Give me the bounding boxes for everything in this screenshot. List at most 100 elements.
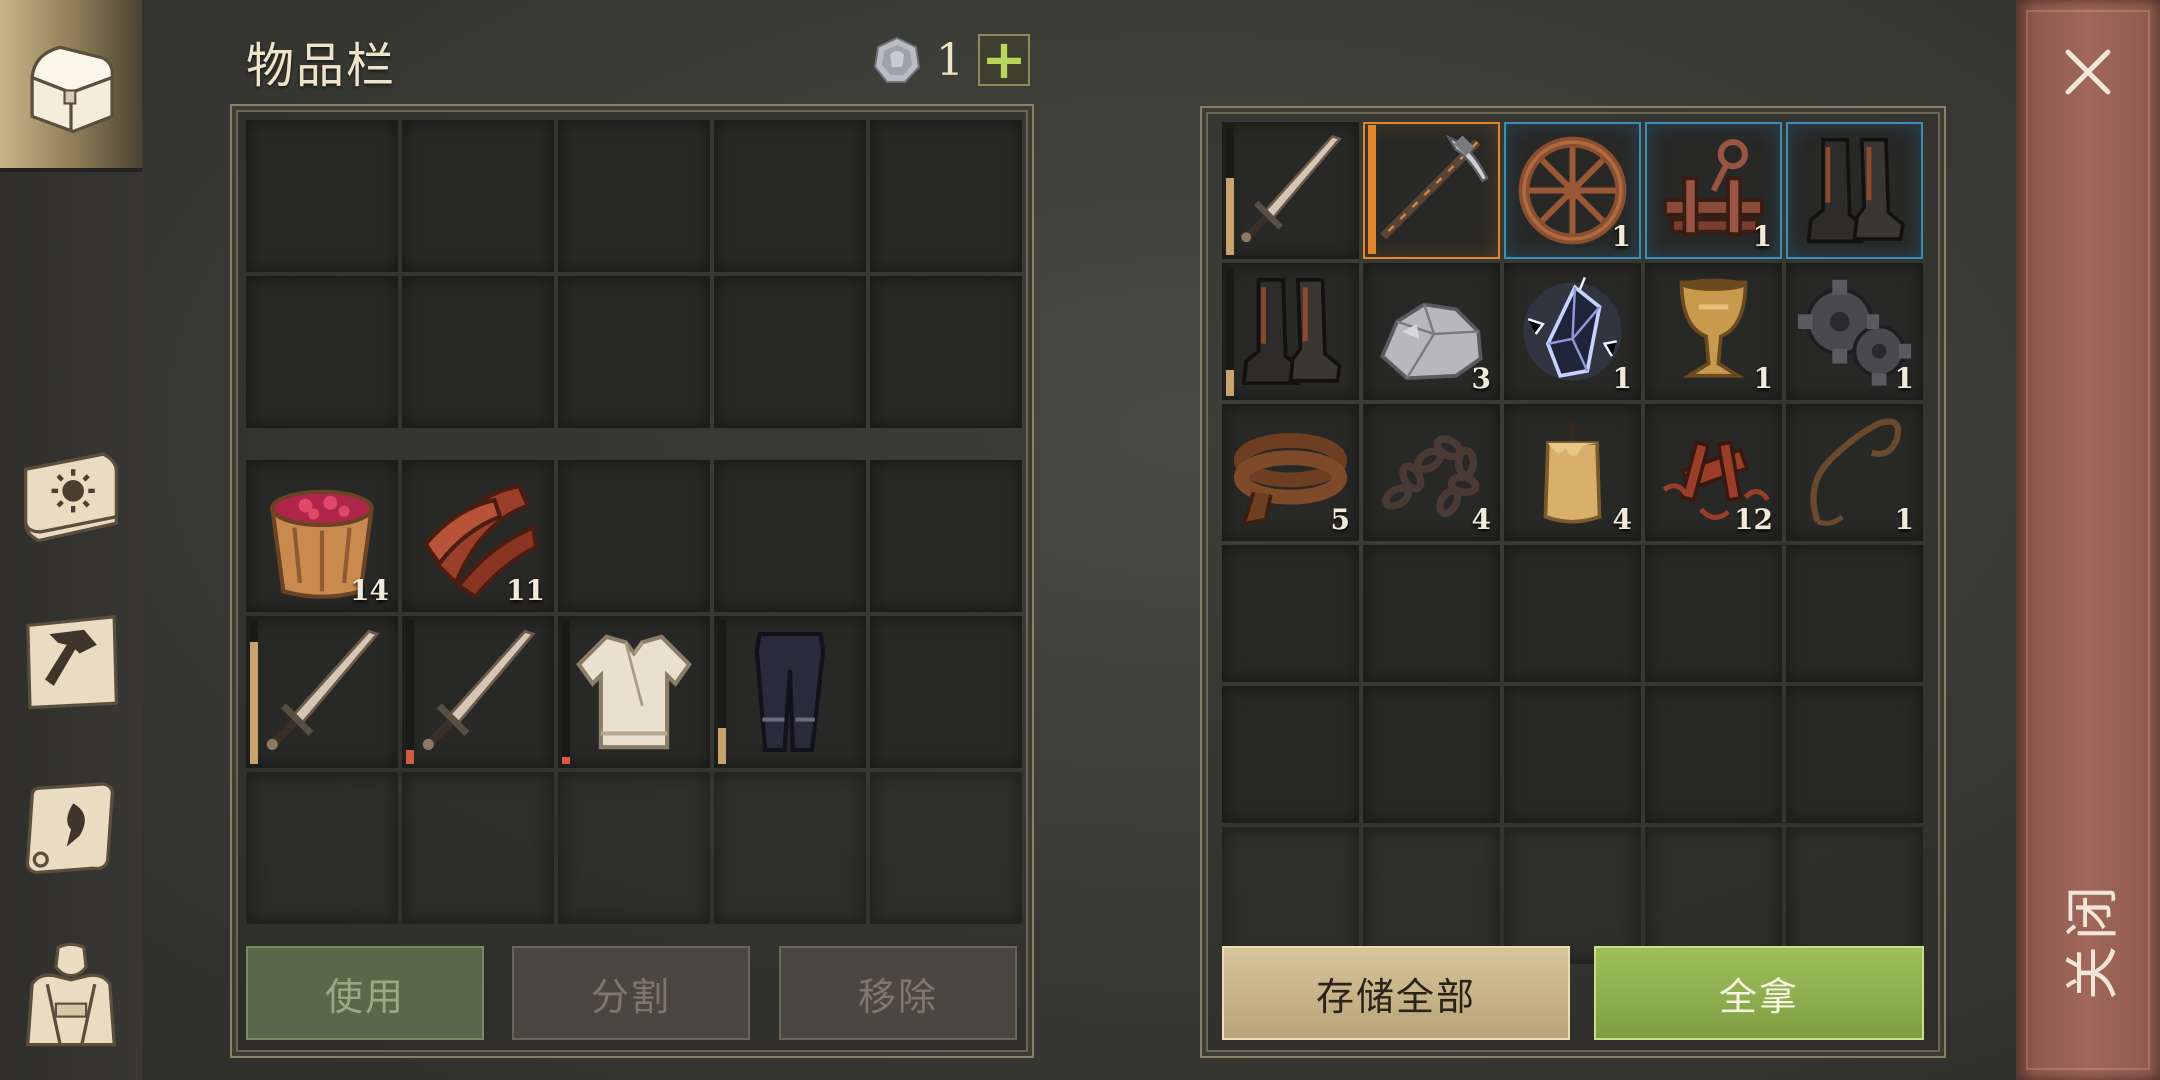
split-button[interactable]: 分割: [512, 946, 750, 1040]
inventory-empty-slot[interactable]: [870, 772, 1022, 924]
item-count: 5: [1330, 503, 1350, 536]
boots-icon: [1229, 270, 1352, 393]
storage-slot-copper-scrap[interactable]: 12: [1645, 404, 1782, 541]
storage-empty-slot[interactable]: [1645, 686, 1782, 823]
storage-slot-rope[interactable]: 1: [1786, 404, 1923, 541]
item-count: 1: [1752, 220, 1772, 253]
hammer-map-icon: [26, 615, 119, 710]
inventory-empty-slot[interactable]: [870, 120, 1022, 272]
durability-bar: [1226, 126, 1234, 255]
inventory-slot-copper-sword[interactable]: [402, 616, 554, 768]
inventory-slot-linen-shirt[interactable]: [558, 616, 710, 768]
sword-icon: [409, 623, 547, 761]
storage-empty-slot[interactable]: [1222, 545, 1359, 682]
inventory-empty-slot[interactable]: [558, 772, 710, 924]
inventory-slot-bronze-sword[interactable]: [246, 616, 398, 768]
store-all-button[interactable]: 存储全部: [1222, 946, 1570, 1040]
item-count: 1: [1894, 503, 1914, 536]
item-count: 12: [1734, 503, 1773, 536]
inventory-empty-slot[interactable]: [246, 276, 398, 428]
storage-empty-slot[interactable]: [1504, 545, 1641, 682]
chest-icon: [30, 45, 114, 134]
storage-slot-leather-boots[interactable]: [1786, 122, 1923, 259]
inventory-empty-slot[interactable]: [558, 276, 710, 428]
durability-bar: [1226, 267, 1234, 396]
storage-empty-slot[interactable]: [1504, 827, 1641, 964]
inventory-empty-slot[interactable]: [870, 276, 1022, 428]
inventory-empty-slot[interactable]: [402, 276, 554, 428]
storage-empty-slot[interactable]: [1363, 545, 1500, 682]
inventory-slot-leather-strips[interactable]: 11: [402, 460, 554, 612]
storage-slot-black-boots[interactable]: [1222, 263, 1359, 400]
storage-slot-mechanism-part[interactable]: 1: [1645, 122, 1782, 259]
storage-empty-slot[interactable]: [1786, 686, 1923, 823]
tab-journal[interactable]: [0, 418, 142, 568]
storage-slot-steel-sword[interactable]: [1222, 122, 1359, 259]
durability-bar: [250, 620, 258, 764]
storage-slot-iron-gear[interactable]: 1: [1786, 263, 1923, 400]
storage-empty-slot[interactable]: [1363, 827, 1500, 964]
durability-bar: [406, 620, 414, 764]
character-icon: [26, 942, 116, 1047]
close-label[interactable]: 关闭: [2048, 880, 2127, 1000]
storage-slot-wooden-wheel[interactable]: 1: [1504, 122, 1641, 259]
inventory-empty-slot[interactable]: [246, 120, 398, 272]
item-count: 4: [1471, 503, 1491, 536]
remove-button[interactable]: 移除: [779, 946, 1017, 1040]
storage-slot-golden-goblet[interactable]: 1: [1645, 263, 1782, 400]
tab-divider: [0, 168, 142, 172]
item-count: 1: [1753, 362, 1773, 395]
inventory-empty-slot[interactable]: [714, 772, 866, 924]
use-button[interactable]: 使用: [246, 946, 484, 1040]
storage-empty-slot[interactable]: [1786, 545, 1923, 682]
tab-quests[interactable]: [0, 750, 142, 900]
inventory-slot-dark-pants[interactable]: [714, 616, 866, 768]
item-count: 1: [1611, 220, 1631, 253]
inventory-empty-slot[interactable]: [246, 772, 398, 924]
inventory-empty-slot[interactable]: [714, 276, 866, 428]
storage-slot-iron-chain[interactable]: 4: [1363, 404, 1500, 541]
tab-character[interactable]: [0, 920, 142, 1070]
storage-slot-wax-candle[interactable]: 4: [1504, 404, 1641, 541]
take-all-button[interactable]: 全拿: [1594, 946, 1924, 1040]
inventory-empty-slot[interactable]: [402, 120, 554, 272]
storage-empty-slot[interactable]: [1786, 827, 1923, 964]
item-count: 1: [1612, 362, 1632, 395]
storage-empty-slot[interactable]: [1363, 686, 1500, 823]
sword-icon: [1229, 129, 1352, 252]
inventory-empty-slot[interactable]: [402, 772, 554, 924]
storage-slot-leather-belt[interactable]: 5: [1222, 404, 1359, 541]
pants-icon: [721, 623, 859, 761]
storage-slot-energy-crystal[interactable]: 1: [1504, 263, 1641, 400]
inventory-grid: 14 11: [246, 120, 1022, 924]
storage-grid: 1 1 3 1 1 1 5 4 4 12 1: [1222, 122, 1923, 964]
add-currency-button[interactable]: +: [978, 33, 1030, 87]
item-count: 1: [1894, 362, 1914, 395]
storage-empty-slot[interactable]: [1222, 686, 1359, 823]
inventory-title: 物品栏: [246, 38, 397, 94]
sword-icon: [253, 623, 391, 761]
durability-bar: [1368, 125, 1376, 254]
storage-empty-slot[interactable]: [1222, 827, 1359, 964]
storage-empty-slot[interactable]: [1504, 686, 1641, 823]
currency-display: 1 +: [872, 32, 1030, 88]
inventory-empty-slot[interactable]: [558, 120, 710, 272]
inventory-empty-slot[interactable]: [714, 460, 866, 612]
storage-slot-stone-ore[interactable]: 3: [1363, 263, 1500, 400]
storage-empty-slot[interactable]: [1645, 827, 1782, 964]
tab-chest[interactable]: [0, 0, 142, 168]
inventory-empty-slot[interactable]: [870, 616, 1022, 768]
sun-book-icon: [24, 452, 118, 543]
side-tab-bar: [0, 0, 142, 1080]
close-icon[interactable]: [2062, 46, 2114, 98]
storage-empty-slot[interactable]: [1645, 545, 1782, 682]
inventory-empty-slot[interactable]: [714, 120, 866, 272]
inventory-empty-slot[interactable]: [558, 460, 710, 612]
durability-bar: [562, 620, 570, 764]
close-panel[interactable]: 关闭: [2016, 0, 2160, 1080]
currency-count: 1: [936, 34, 964, 86]
tab-crafting[interactable]: [0, 585, 142, 735]
inventory-slot-berry-bucket[interactable]: 14: [246, 460, 398, 612]
inventory-empty-slot[interactable]: [870, 460, 1022, 612]
storage-slot-pickaxe[interactable]: [1363, 122, 1500, 259]
